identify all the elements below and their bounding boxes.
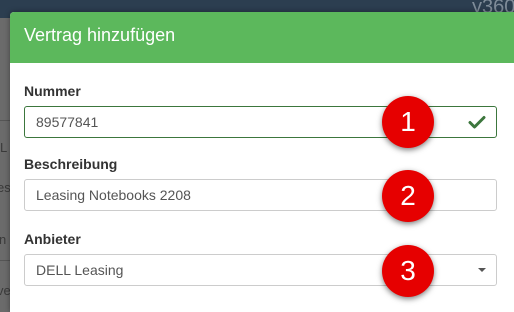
- anbieter-selected: DELL Leasing: [36, 262, 124, 278]
- step-marker-2: 2: [382, 170, 434, 222]
- modal-header: Vertrag hinzufügen: [10, 12, 514, 63]
- modal-title: Vertrag hinzufügen: [24, 25, 176, 45]
- caret-down-icon: [478, 268, 486, 272]
- anbieter-label: Anbieter: [24, 231, 81, 247]
- add-contract-modal: Vertrag hinzufügen Nummer 89577841 Besch…: [10, 12, 514, 312]
- nummer-value: 89577841: [36, 114, 99, 130]
- beschreibung-value: Leasing Notebooks 2208: [36, 187, 191, 203]
- beschreibung-label: Beschreibung: [24, 156, 118, 172]
- bg-divider: [0, 120, 10, 121]
- bg-text-3: n: [0, 232, 7, 247]
- step-marker-1: 1: [382, 96, 434, 148]
- bg-text-1: L: [0, 140, 8, 155]
- check-icon: [468, 116, 486, 129]
- nummer-label: Nummer: [24, 83, 81, 99]
- step-marker-3: 3: [382, 245, 434, 297]
- bg-divider: [0, 260, 10, 261]
